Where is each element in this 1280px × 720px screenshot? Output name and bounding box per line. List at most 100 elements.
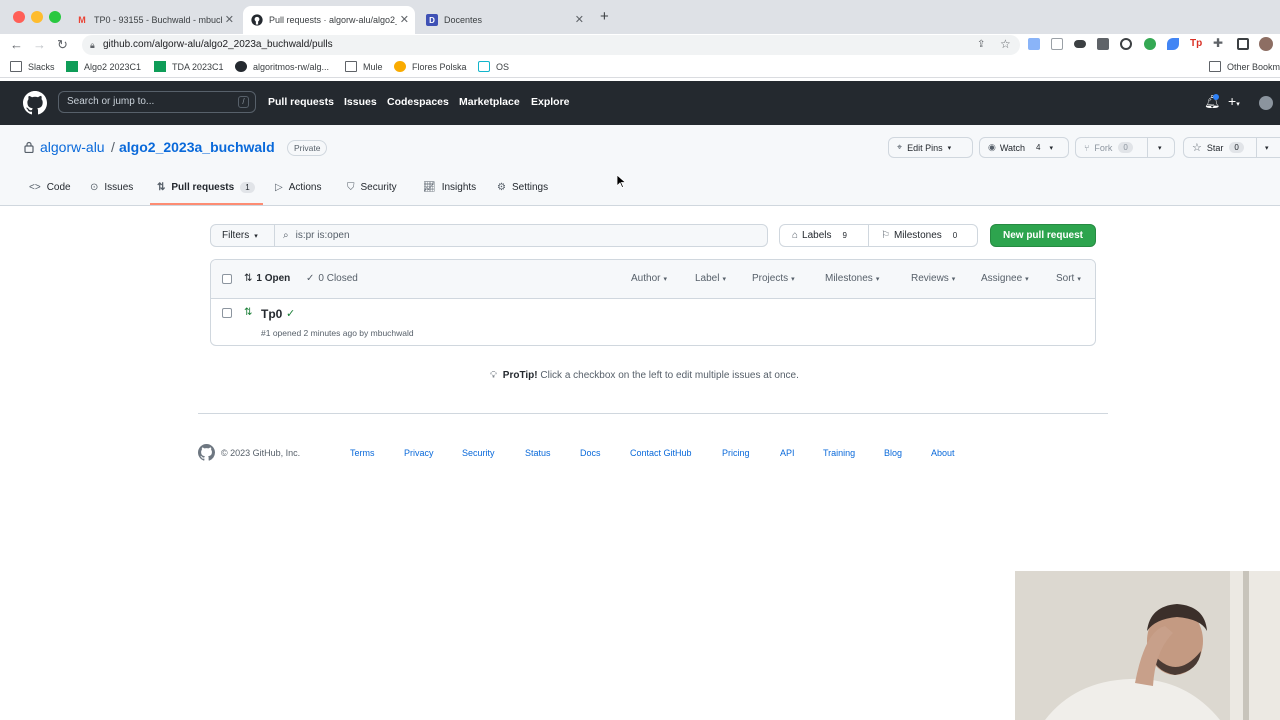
nav-issues[interactable]: Issues (344, 96, 377, 108)
new-tab-button[interactable]: + (600, 8, 609, 25)
tab-security[interactable]: ⛉ Security (347, 182, 397, 193)
watch-button[interactable]: ◉ Watch 4 ▾ (979, 137, 1069, 158)
tab-settings[interactable]: ⚙︎ Settings (497, 182, 548, 193)
browser-tab-gmail[interactable]: M TP0 - 93155 - Buchwald - mbuchwald ✕ (68, 6, 240, 34)
extension-icon[interactable] (1028, 38, 1040, 50)
milestones-button[interactable]: ⚐ Milestones 0 (868, 224, 978, 247)
address-bar[interactable]: 🔒︎ github.com/algorw-alu/algo2_2023a_buc… (82, 35, 1020, 55)
nav-codespaces[interactable]: Codespaces (387, 96, 449, 108)
nav-marketplace[interactable]: Marketplace (459, 96, 520, 108)
extension-icon[interactable] (1120, 38, 1132, 50)
footer-link-status[interactable]: Status (525, 448, 551, 458)
footer-link-privacy[interactable]: Privacy (404, 448, 434, 458)
browser-tab-github[interactable]: Pull requests · algorw-alu/algo2_2023a_b… (243, 6, 415, 34)
tab-actions[interactable]: ▷ Actions (275, 182, 322, 193)
watch-count: 4 (1036, 143, 1041, 152)
open-filter[interactable]: ⇅ 1 Open (244, 273, 290, 284)
chevron-down-icon: ▾ (663, 276, 667, 283)
close-tab-icon[interactable]: ✕ (575, 13, 584, 26)
row-checkbox[interactable] (222, 308, 232, 318)
reviews-dropdown[interactable]: Reviews ▾ (911, 273, 955, 284)
tab-insights[interactable]: 📈︎ Insights (423, 182, 476, 193)
close-tab-icon[interactable]: ✕ (400, 13, 409, 26)
search-input[interactable]: Search or jump to... / (58, 91, 256, 113)
labels-button[interactable]: ⌂ Labels 9 (779, 224, 869, 247)
author-dropdown[interactable]: Author ▾ (631, 273, 667, 284)
select-all-checkbox[interactable] (222, 274, 232, 284)
search-filter-input[interactable]: ⌕ is:pr is:open (274, 224, 768, 247)
footer-link-terms[interactable]: Terms (350, 448, 375, 458)
bookmark-algo2[interactable]: Algo2 2023C1 (66, 61, 141, 72)
sidebar-icon[interactable] (1237, 38, 1249, 50)
bookmark-os[interactable]: OS (478, 61, 509, 72)
footer-link-contact[interactable]: Contact GitHub (630, 448, 692, 458)
star-dropdown-button[interactable]: ▾ (1256, 137, 1280, 158)
bookmark-slacks[interactable]: Slacks (10, 61, 55, 72)
eye-icon: ◉ (988, 142, 996, 152)
pr-title-link[interactable]: Tp0 (261, 307, 282, 321)
puzzle-icon[interactable]: ✚ (1213, 36, 1223, 50)
bookmark-flores[interactable]: Flores Polska (394, 61, 467, 72)
bookmark-other[interactable]: Other Bookmarks (1209, 61, 1280, 72)
fork-dropdown-button[interactable]: ▾ (1147, 137, 1175, 158)
tab-issues[interactable]: ⊙ Issues (90, 182, 133, 193)
closed-filter[interactable]: ✓ 0 Closed (306, 273, 358, 284)
extension-icon[interactable] (1144, 38, 1156, 50)
projects-dropdown[interactable]: Projects ▾ (752, 273, 795, 284)
sort-dropdown[interactable]: Sort ▾ (1056, 273, 1081, 284)
extension-icon[interactable] (1074, 40, 1086, 48)
check-icon[interactable]: ✓ (286, 307, 295, 320)
browser-tab-docentes[interactable]: D Docentes ✕ (418, 6, 590, 34)
assignee-dropdown[interactable]: Assignee ▾ (981, 273, 1029, 284)
github-footer-logo-icon[interactable] (198, 444, 215, 466)
search-shortcut-key: / (238, 96, 249, 108)
avatar[interactable] (1259, 37, 1273, 51)
footer-link-pricing[interactable]: Pricing (722, 448, 750, 458)
nav-pull-requests[interactable]: Pull requests (268, 96, 334, 108)
milestones-dropdown[interactable]: Milestones ▾ (825, 273, 879, 284)
footer-link-security[interactable]: Security (462, 448, 495, 458)
bookmark-star-icon[interactable]: ☆ (1000, 34, 1011, 54)
bookmark-algoritmos[interactable]: algoritmos-rw/alg... (235, 61, 329, 72)
window-close-button[interactable] (13, 11, 25, 23)
tab-label: Insights (441, 182, 477, 193)
github-logo-icon[interactable] (23, 91, 47, 120)
forward-arrow-icon[interactable]: → (33, 37, 46, 52)
extension-icon[interactable] (1051, 38, 1063, 50)
nav-explore[interactable]: Explore (531, 96, 570, 108)
footer-link-docs[interactable]: Docs (580, 448, 601, 458)
extension-icon[interactable] (1097, 38, 1109, 50)
tab-pull-requests[interactable]: ⇅ Pull requests 1 (157, 182, 255, 193)
pr-icon: ⇅ (157, 182, 166, 193)
repo-name-link[interactable]: algo2_2023a_buchwald (119, 139, 275, 155)
share-icon[interactable]: ⇪ (977, 35, 985, 55)
new-pull-request-button[interactable]: New pull request (990, 224, 1096, 247)
tab-code[interactable]: <> Code (29, 182, 71, 193)
filters-button[interactable]: Filters ▾ (210, 224, 275, 247)
window-minimize-button[interactable] (31, 11, 43, 23)
bookmark-tda[interactable]: TDA 2023C1 (154, 61, 224, 72)
browser-toolbar: ← → ↻ 🔒︎ github.com/algorw-alu/algo2_202… (0, 34, 1280, 56)
reload-icon[interactable]: ↻ (57, 37, 68, 53)
user-avatar[interactable] (1259, 96, 1273, 110)
create-new-icon[interactable]: +▾ (1228, 93, 1240, 109)
bookmark-label: Algo2 2023C1 (84, 61, 142, 72)
back-arrow-icon[interactable]: ← (10, 37, 23, 52)
extension-icon[interactable]: Tp (1190, 38, 1202, 50)
bookmark-mule[interactable]: Mule (345, 61, 383, 72)
search-placeholder: Search or jump to... (67, 96, 155, 107)
fork-button[interactable]: ⑂ Fork 0 (1075, 137, 1148, 158)
edit-pins-button[interactable]: ⌖ Edit Pins ▾ (888, 137, 973, 158)
repo-owner-link[interactable]: algorw-alu (40, 139, 105, 155)
close-tab-icon[interactable]: ✕ (225, 13, 234, 26)
tab-label: Issues (104, 182, 134, 193)
star-button[interactable]: ☆ Star 0 (1183, 137, 1257, 158)
footer-link-blog[interactable]: Blog (884, 448, 902, 458)
window-zoom-button[interactable] (49, 11, 61, 23)
chevron-down-icon: ▾ (1049, 144, 1053, 152)
footer-link-about[interactable]: About (931, 448, 955, 458)
footer-link-training[interactable]: Training (823, 448, 855, 458)
footer-link-api[interactable]: API (780, 448, 795, 458)
extension-icon[interactable] (1167, 38, 1179, 50)
label-dropdown[interactable]: Label ▾ (695, 273, 726, 284)
